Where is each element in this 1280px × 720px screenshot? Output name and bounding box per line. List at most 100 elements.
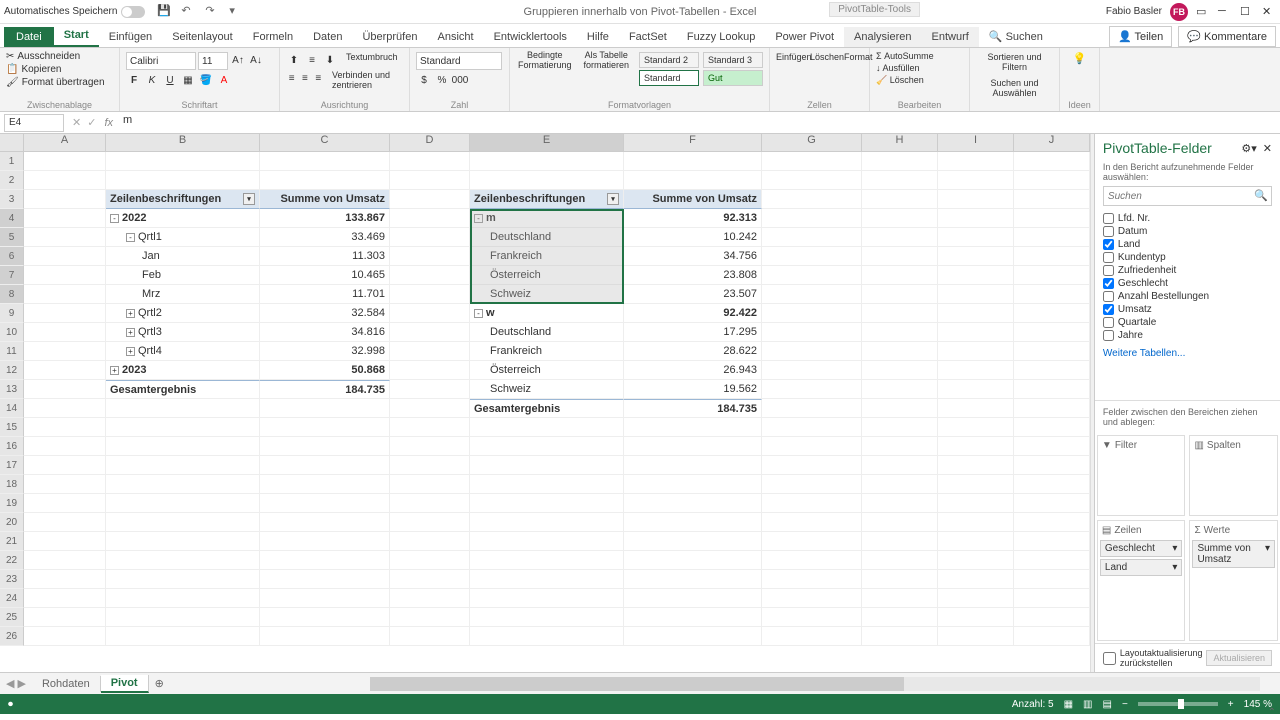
align-top-icon[interactable]: ⬆ bbox=[286, 52, 302, 68]
comments-button[interactable]: 💬 Kommentare bbox=[1178, 26, 1276, 47]
cell[interactable] bbox=[862, 342, 938, 361]
row-header[interactable]: 7 bbox=[0, 266, 24, 285]
drop-area-values[interactable]: ΣWerte Summe von Umsatz▾ bbox=[1189, 520, 1278, 641]
style-gut[interactable]: Gut bbox=[703, 70, 763, 86]
cell[interactable] bbox=[470, 551, 624, 570]
sort-filter-button[interactable]: Sortieren und Filtern bbox=[976, 52, 1053, 72]
tab-start[interactable]: Start bbox=[54, 25, 99, 47]
cell[interactable] bbox=[390, 361, 470, 380]
cell[interactable] bbox=[24, 228, 106, 247]
cell[interactable] bbox=[470, 570, 624, 589]
cell[interactable]: 23.507 bbox=[624, 285, 762, 304]
drop-area-filter[interactable]: ▼Filter bbox=[1097, 435, 1186, 516]
cell[interactable] bbox=[24, 152, 106, 171]
fill-color-button[interactable]: 🪣 bbox=[198, 72, 214, 88]
cell[interactable] bbox=[1014, 342, 1090, 361]
cell[interactable] bbox=[390, 266, 470, 285]
currency-icon[interactable]: $ bbox=[416, 72, 432, 88]
cell[interactable] bbox=[1014, 190, 1090, 209]
cell[interactable] bbox=[106, 437, 260, 456]
cell[interactable] bbox=[938, 418, 1014, 437]
col-header-a[interactable]: A bbox=[24, 134, 106, 151]
cell[interactable]: Deutschland bbox=[470, 228, 624, 247]
expand-icon[interactable]: - bbox=[126, 233, 135, 242]
cell[interactable]: 32.584 bbox=[260, 304, 390, 323]
col-header-b[interactable]: B bbox=[106, 134, 260, 151]
formula-input[interactable]: m bbox=[119, 114, 1280, 132]
cell[interactable] bbox=[24, 608, 106, 627]
cell[interactable] bbox=[1014, 266, 1090, 285]
cell[interactable] bbox=[862, 494, 938, 513]
cell[interactable] bbox=[106, 608, 260, 627]
cell[interactable] bbox=[624, 152, 762, 171]
zoom-slider[interactable] bbox=[1138, 702, 1218, 706]
align-right-icon[interactable]: ≡ bbox=[313, 70, 324, 86]
cell[interactable] bbox=[862, 304, 938, 323]
cell[interactable] bbox=[938, 209, 1014, 228]
cell[interactable] bbox=[1014, 456, 1090, 475]
worksheet[interactable]: A B C D E F G H I J 123Zeilenbeschriftun… bbox=[0, 134, 1090, 672]
cell[interactable] bbox=[938, 513, 1014, 532]
cell[interactable] bbox=[862, 190, 938, 209]
cell[interactable] bbox=[762, 380, 862, 399]
ideas-button[interactable]: 💡 bbox=[1066, 52, 1093, 65]
align-left-icon[interactable]: ≡ bbox=[286, 70, 297, 86]
row-header[interactable]: 26 bbox=[0, 627, 24, 646]
cell[interactable] bbox=[1014, 551, 1090, 570]
border-button[interactable]: ▦ bbox=[180, 72, 196, 88]
cell[interactable] bbox=[862, 228, 938, 247]
cell[interactable] bbox=[762, 494, 862, 513]
cell[interactable] bbox=[862, 456, 938, 475]
cell[interactable] bbox=[762, 247, 862, 266]
redo-icon[interactable]: ↷ bbox=[205, 4, 221, 20]
more-tables-link[interactable]: Weitere Tabellen... bbox=[1095, 342, 1280, 365]
cell[interactable] bbox=[24, 570, 106, 589]
cell[interactable] bbox=[862, 608, 938, 627]
conditional-format-button[interactable]: Bedingte Formatierung bbox=[516, 50, 574, 86]
horizontal-scrollbar[interactable] bbox=[370, 677, 1260, 691]
cancel-formula-icon[interactable]: ✕ bbox=[72, 116, 81, 129]
fill-button[interactable]: ↓ Ausfüllen bbox=[876, 62, 963, 74]
cell[interactable] bbox=[938, 190, 1014, 209]
cell[interactable] bbox=[260, 152, 390, 171]
cell[interactable] bbox=[624, 437, 762, 456]
cell[interactable] bbox=[24, 475, 106, 494]
cell[interactable] bbox=[24, 513, 106, 532]
cell[interactable]: 34.816 bbox=[260, 323, 390, 342]
cell[interactable] bbox=[938, 475, 1014, 494]
drop-area-rows[interactable]: ▤Zeilen Geschlecht▾ Land▾ bbox=[1097, 520, 1186, 641]
cell[interactable] bbox=[390, 285, 470, 304]
cell[interactable] bbox=[862, 437, 938, 456]
tab-formulas[interactable]: Formeln bbox=[243, 27, 303, 47]
cell[interactable] bbox=[862, 399, 938, 418]
cell[interactable] bbox=[862, 323, 938, 342]
cell[interactable] bbox=[762, 608, 862, 627]
save-icon[interactable]: 💾 bbox=[157, 4, 173, 20]
cell[interactable] bbox=[762, 361, 862, 380]
cell[interactable]: -2022 bbox=[106, 209, 260, 228]
cell[interactable] bbox=[24, 304, 106, 323]
cell[interactable]: 92.313 bbox=[624, 209, 762, 228]
cell[interactable] bbox=[106, 418, 260, 437]
cell[interactable]: Gesamtergebnis bbox=[106, 380, 260, 399]
cell[interactable] bbox=[260, 627, 390, 646]
tab-design[interactable]: Entwurf bbox=[922, 27, 979, 47]
row-field-land[interactable]: Land▾ bbox=[1100, 559, 1183, 576]
cell[interactable] bbox=[260, 475, 390, 494]
wrap-text-button[interactable]: Textumbruch bbox=[346, 52, 398, 68]
fx-icon[interactable]: fx bbox=[104, 117, 113, 129]
cell[interactable] bbox=[24, 532, 106, 551]
field-checkbox[interactable] bbox=[1103, 330, 1114, 341]
cell[interactable] bbox=[938, 342, 1014, 361]
cell[interactable] bbox=[24, 456, 106, 475]
sheet-tab-pivot[interactable]: Pivot bbox=[101, 675, 149, 693]
collapse-ribbon-icon[interactable]: ⌃ bbox=[1268, 707, 1276, 718]
copy-button[interactable]: 📋 Kopieren bbox=[6, 63, 113, 76]
field-item[interactable]: Anzahl Bestellungen bbox=[1103, 290, 1272, 303]
field-search-input[interactable] bbox=[1103, 186, 1272, 206]
cell[interactable] bbox=[938, 304, 1014, 323]
field-item[interactable]: Umsatz bbox=[1103, 303, 1272, 316]
cell[interactable] bbox=[862, 380, 938, 399]
cell[interactable]: 11.303 bbox=[260, 247, 390, 266]
cell[interactable]: 184.735 bbox=[260, 380, 390, 399]
